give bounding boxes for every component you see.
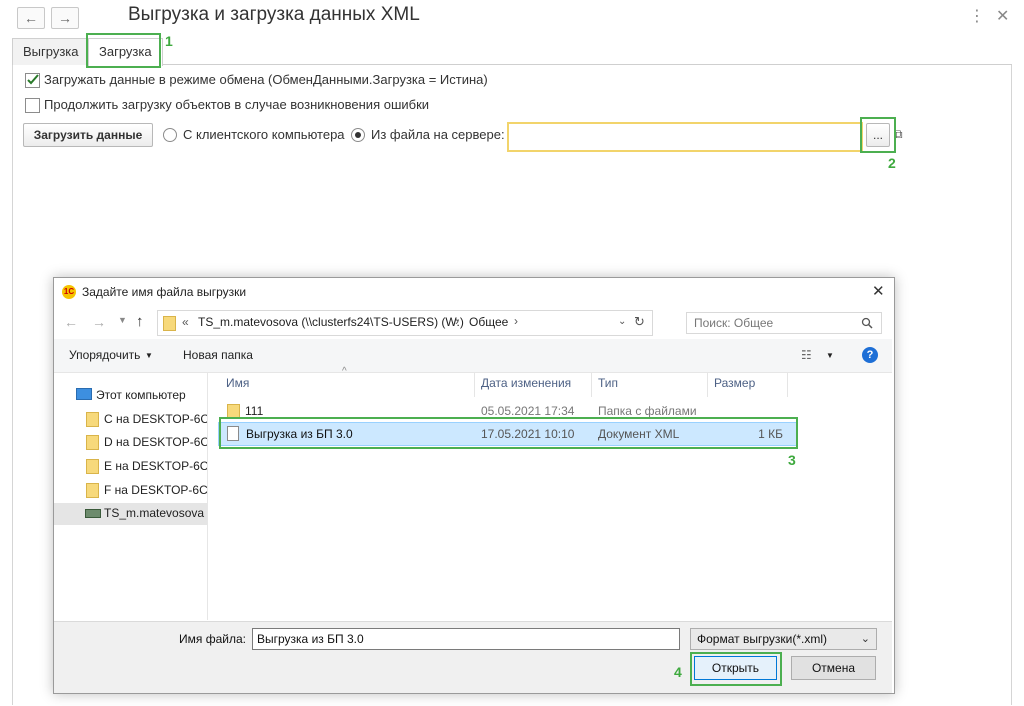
nav-item-drive-e[interactable]: E на DESKTOP-6CPI — [54, 456, 207, 478]
refresh-icon[interactable]: ↻ — [634, 314, 645, 330]
breadcrumb-prefix: « — [182, 315, 189, 329]
column-divider — [787, 373, 788, 397]
back-button[interactable]: ← — [17, 7, 45, 29]
cancel-button[interactable]: Отмена — [791, 656, 876, 680]
annotation-2: 2 — [888, 155, 896, 171]
new-folder-button[interactable]: Новая папка — [183, 348, 253, 362]
annotation-1: 1 — [165, 33, 173, 49]
dialog-close-icon[interactable]: ✕ — [872, 282, 885, 300]
checkmark-icon — [27, 74, 39, 85]
address-dropdown-icon[interactable]: ⌄ — [618, 316, 626, 327]
chevron-down-icon: ⌄ — [860, 633, 870, 645]
save-file-dialog: 1C Задайте имя файла выгрузки ✕ ← → ▼ ↑ … — [53, 277, 895, 694]
nav-back-icon[interactable]: ← — [64, 314, 78, 330]
filetype-value: Формат выгрузки(*.xml) — [697, 632, 827, 646]
address-bar[interactable]: « TS_m.matevosova (\\clusterfs24\TS-USER… — [157, 310, 653, 336]
chevron-right-icon: › — [455, 314, 459, 328]
nav-item-drive-d[interactable]: D на DESKTOP-6CP — [54, 432, 207, 454]
folder-icon — [163, 316, 176, 331]
continue-on-error-checkbox[interactable] — [25, 98, 40, 113]
column-header-size[interactable]: Размер — [714, 376, 755, 390]
nav-forward-icon[interactable]: → — [92, 314, 106, 330]
radio-client-label: С клиентского компьютера — [183, 127, 345, 142]
annotation-4: 4 — [674, 664, 682, 680]
server-path-input[interactable] — [507, 122, 863, 152]
filetype-select[interactable]: Формат выгрузки(*.xml) ⌄ — [690, 628, 877, 650]
column-header-type[interactable]: Тип — [598, 376, 618, 390]
tab-export[interactable]: Выгрузка — [12, 38, 90, 65]
search-icon — [861, 317, 873, 329]
dialog-title: Задайте имя файла выгрузки — [82, 285, 247, 299]
highlight-box-4 — [690, 652, 782, 686]
folder-icon — [86, 412, 99, 427]
exchange-mode-checkbox[interactable] — [25, 73, 40, 88]
arrow-right-icon: → — [58, 10, 72, 26]
folder-icon — [86, 483, 99, 498]
recent-dropdown-icon[interactable]: ▼ — [118, 315, 127, 325]
radio-server[interactable] — [351, 128, 365, 142]
file-date: 05.05.2021 17:34 — [481, 404, 575, 418]
command-bar: Упорядочить ▼ Новая папка ☷ ▼ ? — [54, 339, 892, 373]
help-icon[interactable]: ? — [862, 347, 878, 363]
file-name: 111 — [245, 404, 264, 418]
arrow-left-icon: ← — [24, 10, 38, 26]
nav-label: TS_m.matevosova ( — [104, 506, 207, 520]
network-drive-icon — [85, 509, 101, 518]
nav-item-this-pc[interactable]: Этот компьютер — [54, 385, 207, 407]
breadcrumb-drive[interactable]: TS_m.matevosova (\\clusterfs24\TS-USERS)… — [198, 315, 464, 329]
folder-icon — [86, 435, 99, 450]
organize-dropdown-icon[interactable]: ▼ — [145, 351, 153, 360]
sort-up-icon: ^ — [342, 366, 347, 377]
view-dropdown-icon[interactable]: ▼ — [826, 351, 834, 360]
continue-on-error-label: Продолжить загрузку объектов в случае во… — [44, 97, 430, 112]
highlight-box-2 — [860, 117, 896, 153]
column-divider — [707, 373, 708, 397]
load-data-button[interactable]: Загрузить данные — [23, 123, 153, 147]
search-input[interactable]: Поиск: Общее — [686, 312, 882, 334]
breadcrumb-folder[interactable]: Общее — [469, 315, 508, 329]
nav-label: D на DESKTOP-6CP — [104, 435, 207, 449]
highlight-box-1 — [86, 33, 161, 68]
annotation-3: 3 — [788, 452, 796, 468]
column-header-name[interactable]: Имя — [226, 376, 249, 390]
nav-label: C на DESKTOP-6CP — [104, 412, 207, 426]
column-divider — [591, 373, 592, 397]
navigation-pane: Этот компьютер C на DESKTOP-6CP D на DES… — [54, 373, 208, 620]
filename-value: Выгрузка из БП 3.0 — [257, 632, 364, 646]
nav-label: E на DESKTOP-6CPI — [104, 459, 207, 473]
file-type: Папка с файлами — [598, 404, 697, 418]
organize-button[interactable]: Упорядочить — [69, 348, 140, 362]
page-title: Выгрузка и загрузка данных XML — [128, 4, 420, 25]
app-1c-icon: 1C — [62, 285, 76, 299]
more-icon[interactable]: ⋮ — [969, 6, 985, 26]
highlight-box-3 — [219, 417, 798, 449]
close-icon[interactable]: ✕ — [996, 6, 1009, 26]
exchange-mode-label: Загружать данные в режиме обмена (ОбменД… — [44, 72, 488, 87]
forward-button[interactable]: → — [51, 7, 79, 29]
column-header-date[interactable]: Дата изменения — [481, 376, 571, 390]
folder-icon — [86, 459, 99, 474]
nav-label: Этот компьютер — [96, 388, 186, 402]
nav-item-network-drive[interactable]: TS_m.matevosova ( — [54, 503, 207, 525]
computer-icon — [76, 388, 92, 400]
nav-item-drive-c[interactable]: C на DESKTOP-6CP — [54, 409, 207, 431]
search-placeholder: Поиск: Общее — [694, 316, 774, 330]
view-options-icon[interactable]: ☷ — [801, 348, 812, 362]
column-divider — [474, 373, 475, 397]
nav-item-drive-f[interactable]: F на DESKTOP-6CPI — [54, 480, 207, 502]
radio-client[interactable] — [163, 128, 177, 142]
filename-label: Имя файла: — [179, 632, 246, 646]
nav-label: F на DESKTOP-6CPI — [104, 483, 207, 497]
nav-up-icon[interactable]: ↑ — [136, 313, 144, 330]
filename-input[interactable]: Выгрузка из БП 3.0 — [252, 628, 680, 650]
chevron-right-icon: › — [514, 314, 518, 328]
radio-server-label: Из файла на сервере: — [371, 127, 505, 142]
